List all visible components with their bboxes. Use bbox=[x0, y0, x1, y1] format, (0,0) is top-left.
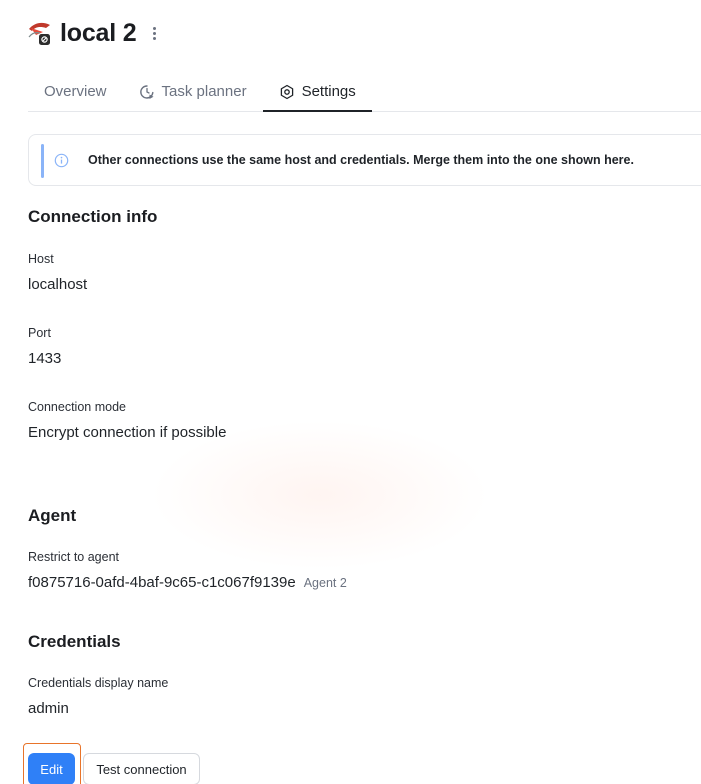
tab-task-planner[interactable]: Task planner bbox=[123, 72, 263, 111]
host-value: localhost bbox=[28, 276, 88, 293]
agent-value: f0875716-0afd-4baf-9c65-c1c067f9139e Agen… bbox=[28, 574, 347, 591]
agent-heading: Agent bbox=[28, 506, 77, 525]
agent-name: Agent 2 bbox=[303, 576, 347, 590]
tab-settings[interactable]: Settings bbox=[262, 72, 372, 112]
test-connection-button[interactable]: Test connection bbox=[83, 753, 200, 784]
tab-overview[interactable]: Overview bbox=[28, 72, 123, 111]
edit-button[interactable]: Edit bbox=[28, 753, 75, 784]
connection-settings-page: local 2 Overview Task planner Settings O… bbox=[0, 0, 701, 784]
credentials-display-name-value: admin bbox=[28, 700, 69, 717]
banner-accent-bar bbox=[41, 144, 44, 178]
credentials-heading: Credentials bbox=[28, 632, 121, 651]
merge-info-banner: Other connections use the same host and … bbox=[28, 134, 701, 186]
port-label: Port bbox=[28, 326, 51, 340]
port-value: 1433 bbox=[28, 350, 62, 367]
more-options-icon[interactable] bbox=[148, 23, 160, 43]
sql-server-database-icon bbox=[26, 19, 54, 47]
banner-message: Other connections use the same host and … bbox=[88, 153, 634, 167]
restrict-to-agent-label: Restrict to agent bbox=[28, 550, 120, 564]
connection-mode-value: Encrypt connection if possible bbox=[28, 424, 227, 441]
tab-bar: Overview Task planner Settings bbox=[28, 72, 701, 112]
info-icon bbox=[54, 153, 69, 168]
tab-label: Overview bbox=[44, 83, 107, 100]
host-label: Host bbox=[28, 252, 54, 266]
tab-label: Task planner bbox=[161, 83, 247, 100]
credentials-display-name-label: Credentials display name bbox=[28, 676, 169, 690]
tab-label: Settings bbox=[301, 83, 356, 100]
gear-icon bbox=[279, 84, 295, 100]
page-title: local 2 bbox=[60, 18, 137, 47]
connection-mode-label: Connection mode bbox=[28, 400, 126, 414]
connection-info-heading: Connection info bbox=[28, 207, 158, 226]
agent-id: f0875716-0afd-4baf-9c65-c1c067f9139e bbox=[28, 574, 296, 591]
background-smudge bbox=[150, 420, 490, 570]
page-header: local 2 bbox=[26, 16, 160, 50]
clock-play-icon bbox=[139, 84, 155, 100]
